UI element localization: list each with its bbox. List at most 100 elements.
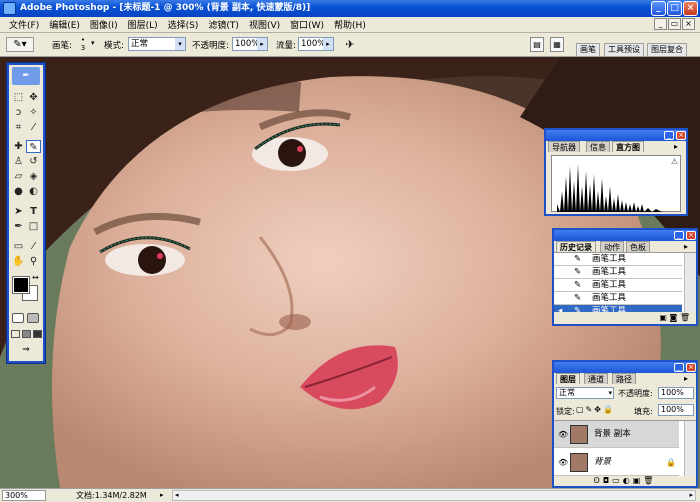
minimize-button[interactable]: _	[651, 1, 666, 16]
doc-minimize-button[interactable]: _	[654, 18, 667, 30]
menu-help[interactable]: 帮助(H)	[329, 18, 371, 31]
scroll-left-icon[interactable]: ◂	[175, 491, 179, 500]
rectangle-tool-icon[interactable]: □	[26, 220, 41, 233]
crop-tool-icon[interactable]: ⌗	[11, 121, 26, 134]
opacity-input[interactable]: 100% ▸	[232, 37, 268, 51]
delete-layer-icon[interactable]: 🗑	[643, 476, 656, 485]
minimize-icon[interactable]: _	[664, 131, 674, 140]
menu-layer[interactable]: 图层(L)	[123, 18, 163, 31]
layers-scrollbar[interactable]	[684, 421, 696, 477]
close-icon[interactable]: ×	[686, 231, 696, 240]
well-tab-brushes[interactable]: 画笔	[576, 43, 600, 56]
new-snapshot-icon[interactable]: ◙	[670, 313, 678, 322]
new-set-icon[interactable]: ▭	[612, 476, 623, 485]
eye-visibility-icon[interactable]: 👁	[558, 449, 568, 476]
path-selection-tool-icon[interactable]: ➤	[11, 205, 26, 218]
palette-well-toggle-icon[interactable]: ▦	[550, 37, 564, 52]
history-item[interactable]: ✎ 画笔工具	[554, 279, 682, 292]
close-icon[interactable]: ×	[686, 363, 696, 372]
layer-opacity-input[interactable]: 100%	[658, 387, 694, 399]
history-item[interactable]: ✎ 画笔工具	[554, 292, 682, 305]
flow-input[interactable]: 100% ▸	[298, 37, 334, 51]
history-scrollbar[interactable]	[684, 253, 696, 313]
layer-row-selected[interactable]: 👁 背景 副本	[554, 421, 679, 448]
palette-menu-icon[interactable]: ▸	[684, 374, 688, 383]
menu-window[interactable]: 窗口(W)	[285, 18, 329, 31]
layer-mask-icon[interactable]: ◘	[603, 476, 612, 485]
zoom-tool-icon[interactable]: ⚲	[26, 255, 41, 268]
brush-tool-icon[interactable]: ✎	[26, 140, 41, 153]
brush-picker[interactable]: • 3	[76, 36, 90, 54]
dodge-tool-icon[interactable]: ◐	[26, 185, 41, 198]
layer-row[interactable]: 👁 背景 🔒	[554, 449, 679, 476]
standard-mode-icon[interactable]	[12, 313, 24, 323]
airbrush-icon[interactable]: ✈	[342, 37, 358, 52]
tab-info[interactable]: 信息	[586, 141, 610, 152]
new-document-from-state-icon[interactable]: ▣	[659, 313, 667, 322]
new-layer-icon[interactable]: ▣	[633, 476, 644, 485]
minimize-icon[interactable]: _	[674, 363, 684, 372]
tab-history[interactable]: 历史记录	[556, 241, 596, 252]
eraser-tool-icon[interactable]: ▱	[11, 170, 26, 183]
tab-layers[interactable]: 图层	[556, 373, 580, 384]
history-brush-tool-icon[interactable]: ↺	[26, 155, 41, 168]
screen-mode-full-icon[interactable]	[33, 330, 42, 338]
jump-to-imageready-icon[interactable]: ⇒	[13, 345, 39, 357]
menu-view[interactable]: 视图(V)	[244, 18, 285, 31]
history-item[interactable]: ✎ 画笔工具	[554, 253, 682, 266]
paint-bucket-tool-icon[interactable]: ◈	[26, 170, 41, 183]
brush-tool-preset-icon[interactable]: ✎▾	[6, 37, 34, 52]
tab-channels[interactable]: 通道	[584, 373, 608, 384]
maximize-button[interactable]: □	[667, 1, 682, 16]
delete-state-icon[interactable]: 🗑	[680, 313, 690, 322]
healing-brush-tool-icon[interactable]: ✚	[11, 140, 26, 153]
clone-stamp-tool-icon[interactable]: ♙	[11, 155, 26, 168]
fill-input[interactable]: 100%	[658, 404, 694, 416]
notes-tool-icon[interactable]: ▭	[11, 240, 26, 253]
pen-tool-icon[interactable]: ✒	[11, 220, 26, 233]
mode-select[interactable]: 正常 ▾	[128, 37, 186, 51]
foreground-color-swatch[interactable]	[12, 276, 30, 294]
status-menu-icon[interactable]: ▸	[160, 489, 164, 502]
screen-mode-standard-icon[interactable]	[11, 330, 20, 338]
menu-edit[interactable]: 编辑(E)	[44, 18, 85, 31]
palette-menu-icon[interactable]: ▸	[684, 242, 688, 251]
history-item[interactable]: ✎ 画笔工具	[554, 266, 682, 279]
zoom-field[interactable]: 300%	[2, 490, 46, 501]
move-tool-icon[interactable]: ✥	[26, 91, 41, 104]
close-button[interactable]: ×	[683, 1, 698, 16]
menu-file[interactable]: 文件(F)	[4, 18, 44, 31]
cache-warning-icon[interactable]: ⚠	[671, 157, 678, 166]
screen-mode-full-menu-icon[interactable]	[22, 330, 31, 338]
well-tab-layer-comps[interactable]: 图层复合	[647, 43, 687, 56]
feather-logo-icon[interactable]: ✒	[12, 67, 40, 85]
scroll-right-icon[interactable]: ▸	[689, 491, 693, 500]
lasso-tool-icon[interactable]: ↄ	[11, 106, 26, 119]
swap-colors-icon[interactable]: ↔	[32, 273, 39, 282]
quick-mask-mode-icon[interactable]	[27, 313, 39, 323]
brush-picker-arrow-icon[interactable]: ▾	[91, 39, 95, 47]
palette-menu-icon[interactable]: ▸	[674, 142, 678, 151]
tab-swatches[interactable]: 色板	[626, 241, 650, 252]
horizontal-scrollbar[interactable]: ◂ ▸	[172, 490, 696, 501]
close-icon[interactable]: ×	[676, 131, 686, 140]
tab-paths[interactable]: 路径	[612, 373, 636, 384]
minimize-icon[interactable]: _	[674, 231, 684, 240]
menu-filter[interactable]: 滤镜(T)	[203, 18, 244, 31]
marquee-tool-icon[interactable]: ⬚	[11, 91, 26, 104]
slice-tool-icon[interactable]: ⁄	[26, 121, 41, 134]
file-browser-icon[interactable]: ▤	[530, 37, 544, 52]
type-tool-icon[interactable]: T	[26, 205, 41, 218]
tab-histogram[interactable]: 直方图	[612, 141, 644, 152]
adjustment-layer-icon[interactable]: ◐	[623, 476, 633, 485]
layer-style-icon[interactable]: ʘ	[594, 476, 603, 485]
blur-tool-icon[interactable]: ●	[11, 185, 26, 198]
menu-select[interactable]: 选择(S)	[163, 18, 204, 31]
tab-navigator[interactable]: 导航器	[548, 141, 580, 152]
menu-image[interactable]: 图像(I)	[85, 18, 123, 31]
blend-mode-select[interactable]: 正常 ▾	[556, 387, 614, 399]
magic-wand-tool-icon[interactable]: ✧	[26, 106, 41, 119]
doc-close-button[interactable]: ×	[682, 18, 695, 30]
eye-visibility-icon[interactable]: 👁	[558, 421, 568, 448]
tab-actions[interactable]: 动作	[600, 241, 624, 252]
